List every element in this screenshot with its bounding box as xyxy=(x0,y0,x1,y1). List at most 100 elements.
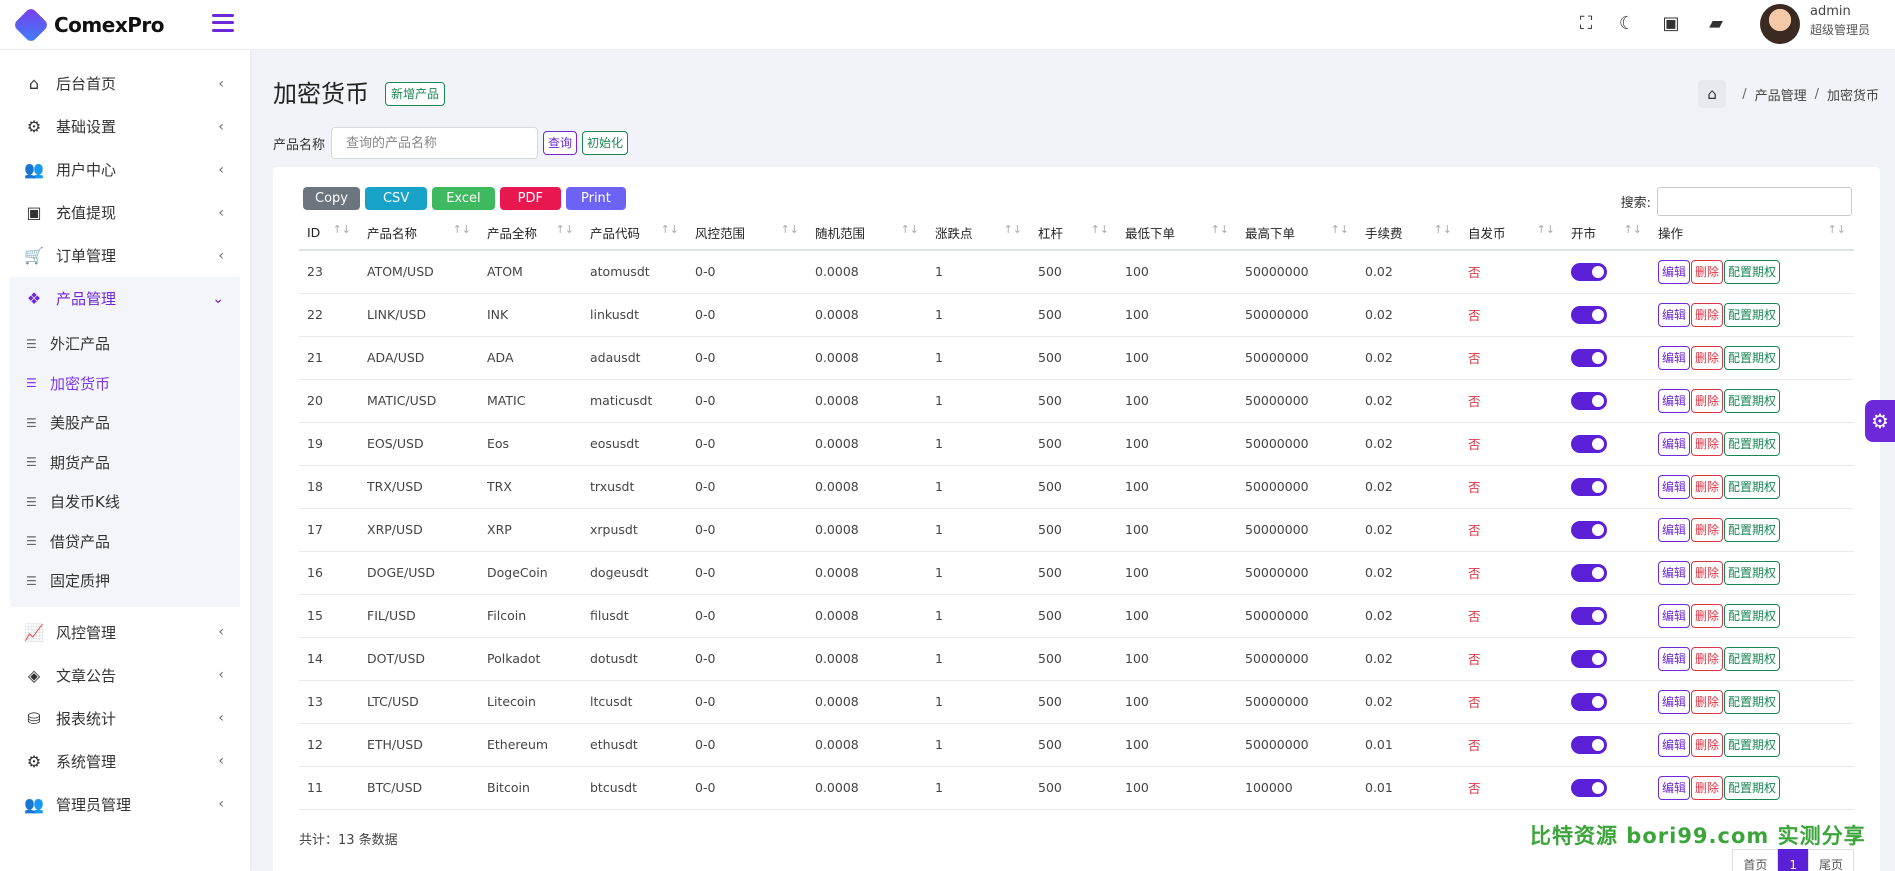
sort-icon[interactable]: ↑↓ xyxy=(1004,223,1022,236)
sort-icon[interactable]: ↑↓ xyxy=(1331,223,1349,236)
sidebar-item-users[interactable]: 👥 用户中心 ‹ xyxy=(0,148,250,191)
delete-button[interactable]: 删除 xyxy=(1691,302,1724,327)
excel-button[interactable]: Excel xyxy=(432,187,495,210)
init-button[interactable]: 初始化 xyxy=(582,131,629,155)
sort-icon[interactable]: ↑↓ xyxy=(1211,223,1229,236)
sort-icon[interactable]: ↑↓ xyxy=(1537,223,1555,236)
sort-icon[interactable]: ↑↓ xyxy=(781,223,799,236)
edit-button[interactable]: 编辑 xyxy=(1658,345,1691,370)
submenu-item-crypto[interactable]: ☰ 加密货币 xyxy=(10,364,240,404)
sort-icon[interactable]: ↑↓ xyxy=(333,223,351,236)
market-open-toggle[interactable] xyxy=(1571,735,1607,754)
first-page-button[interactable]: 首页 xyxy=(1732,849,1779,871)
market-open-toggle[interactable] xyxy=(1571,434,1607,453)
sidebar-item-system[interactable]: ⚙ 系统管理 ‹ xyxy=(0,740,250,783)
column-header[interactable]: 自发币 ↑↓ xyxy=(1460,216,1563,251)
delete-button[interactable]: 删除 xyxy=(1691,732,1724,757)
delete-button[interactable]: 删除 xyxy=(1691,775,1724,800)
settings-gear-icon[interactable]: ⚙ xyxy=(1865,400,1895,442)
submenu-item-forex[interactable]: ☰ 外汇产品 xyxy=(10,324,240,364)
edit-button[interactable]: 编辑 xyxy=(1658,560,1691,585)
sidebar-item-admins[interactable]: 👥 管理员管理 ‹ xyxy=(0,783,250,826)
sort-icon[interactable]: ↑↓ xyxy=(1828,223,1846,236)
add-product-button[interactable]: 新增产品 xyxy=(385,82,446,106)
delete-button[interactable]: 删除 xyxy=(1691,431,1724,456)
market-open-toggle[interactable] xyxy=(1571,305,1607,324)
sort-icon[interactable]: ↑↓ xyxy=(661,223,679,236)
config-options-button[interactable]: 配置期权 xyxy=(1724,603,1781,628)
config-options-button[interactable]: 配置期权 xyxy=(1724,259,1781,284)
delete-button[interactable]: 删除 xyxy=(1691,345,1724,370)
delete-button[interactable]: 删除 xyxy=(1691,646,1724,671)
product-name-input[interactable] xyxy=(331,127,539,159)
query-button[interactable]: 查询 xyxy=(543,131,578,155)
market-open-toggle[interactable] xyxy=(1571,262,1607,281)
column-header[interactable]: 产品名称 ↑↓ xyxy=(359,216,479,251)
market-open-toggle[interactable] xyxy=(1571,606,1607,625)
column-header[interactable]: 风控范围 ↑↓ xyxy=(687,216,807,251)
delete-button[interactable]: 删除 xyxy=(1691,560,1724,585)
sidebar-item-basic-settings[interactable]: ⚙ 基础设置 ‹ xyxy=(0,105,250,148)
column-header[interactable]: 产品全称 ↑↓ xyxy=(479,216,582,251)
submenu-item-loans[interactable]: ☰ 借贷产品 xyxy=(10,522,240,562)
submenu-item-us-stocks[interactable]: ☰ 美股产品 xyxy=(10,403,240,443)
market-open-toggle[interactable] xyxy=(1571,563,1607,582)
edit-button[interactable]: 编辑 xyxy=(1658,259,1691,284)
breadcrumb-products[interactable]: 产品管理 xyxy=(1755,85,1807,104)
copy-button[interactable]: Copy xyxy=(303,187,360,210)
column-header[interactable]: 随机范围 ↑↓ xyxy=(807,216,927,251)
config-options-button[interactable]: 配置期权 xyxy=(1724,302,1781,327)
market-open-toggle[interactable] xyxy=(1571,520,1607,539)
submenu-item-self-coin-kline[interactable]: ☰ 自发币K线 xyxy=(10,482,240,522)
column-header[interactable]: ID ↑↓ xyxy=(299,216,359,251)
market-open-toggle[interactable] xyxy=(1571,348,1607,367)
last-page-button[interactable]: 尾页 xyxy=(1807,849,1854,871)
sort-icon[interactable]: ↑↓ xyxy=(556,223,574,236)
config-options-button[interactable]: 配置期权 xyxy=(1724,560,1781,585)
delete-button[interactable]: 删除 xyxy=(1691,388,1724,413)
column-header[interactable]: 操作 ↑↓ xyxy=(1650,216,1854,251)
column-header[interactable]: 最高下单 ↑↓ xyxy=(1237,216,1357,251)
edit-button[interactable]: 编辑 xyxy=(1658,474,1691,499)
submenu-item-futures[interactable]: ☰ 期货产品 xyxy=(10,443,240,483)
pdf-button[interactable]: PDF xyxy=(499,187,561,210)
market-open-toggle[interactable] xyxy=(1571,778,1607,797)
column-header[interactable]: 产品代码 ↑↓ xyxy=(582,216,687,251)
avatar[interactable] xyxy=(1760,4,1800,44)
column-header[interactable]: 最低下单 ↑↓ xyxy=(1117,216,1237,251)
config-options-button[interactable]: 配置期权 xyxy=(1724,732,1781,757)
config-options-button[interactable]: 配置期权 xyxy=(1724,775,1781,800)
config-options-button[interactable]: 配置期权 xyxy=(1724,388,1781,413)
edit-button[interactable]: 编辑 xyxy=(1658,732,1691,757)
sidebar-item-products[interactable]: ❖ 产品管理 ⌄ xyxy=(10,277,240,320)
search-input[interactable] xyxy=(1657,187,1852,216)
edit-button[interactable]: 编辑 xyxy=(1658,431,1691,456)
sort-icon[interactable]: ↑↓ xyxy=(1624,223,1642,236)
delete-button[interactable]: 删除 xyxy=(1691,689,1724,714)
home-icon[interactable]: ⌂ xyxy=(1698,80,1727,108)
sort-icon[interactable]: ↑↓ xyxy=(901,223,919,236)
edit-button[interactable]: 编辑 xyxy=(1658,775,1691,800)
edit-button[interactable]: 编辑 xyxy=(1658,517,1691,542)
delete-button[interactable]: 删除 xyxy=(1691,603,1724,628)
delete-button[interactable]: 删除 xyxy=(1691,259,1724,284)
column-header[interactable]: 杠杆 ↑↓ xyxy=(1030,216,1117,251)
market-open-toggle[interactable] xyxy=(1571,477,1607,496)
edit-button[interactable]: 编辑 xyxy=(1658,302,1691,327)
config-options-button[interactable]: 配置期权 xyxy=(1724,474,1781,499)
config-options-button[interactable]: 配置期权 xyxy=(1724,689,1781,714)
sort-icon[interactable]: ↑↓ xyxy=(1434,223,1452,236)
sidebar-item-risk[interactable]: 📈 风控管理 ‹ xyxy=(0,611,250,654)
sidebar-item-home[interactable]: ⌂ 后台首页 ‹ xyxy=(0,62,250,105)
market-open-toggle[interactable] xyxy=(1571,692,1607,711)
delete-button[interactable]: 删除 xyxy=(1691,474,1724,499)
sidebar-item-reports[interactable]: ⛁ 报表统计 ‹ xyxy=(0,697,250,740)
fullscreen-icon[interactable]: ⛶ xyxy=(1574,12,1598,36)
menu-toggle-icon[interactable] xyxy=(212,12,234,34)
column-header[interactable]: 手续费 ↑↓ xyxy=(1357,216,1460,251)
market-open-toggle[interactable] xyxy=(1571,649,1607,668)
sidebar-item-deposit[interactable]: ▣ 充值提现 ‹ xyxy=(0,191,250,234)
sort-icon[interactable]: ↑↓ xyxy=(1091,223,1109,236)
column-header[interactable]: 涨跌点 ↑↓ xyxy=(927,216,1030,251)
moon-icon[interactable]: ☾ xyxy=(1615,12,1639,36)
